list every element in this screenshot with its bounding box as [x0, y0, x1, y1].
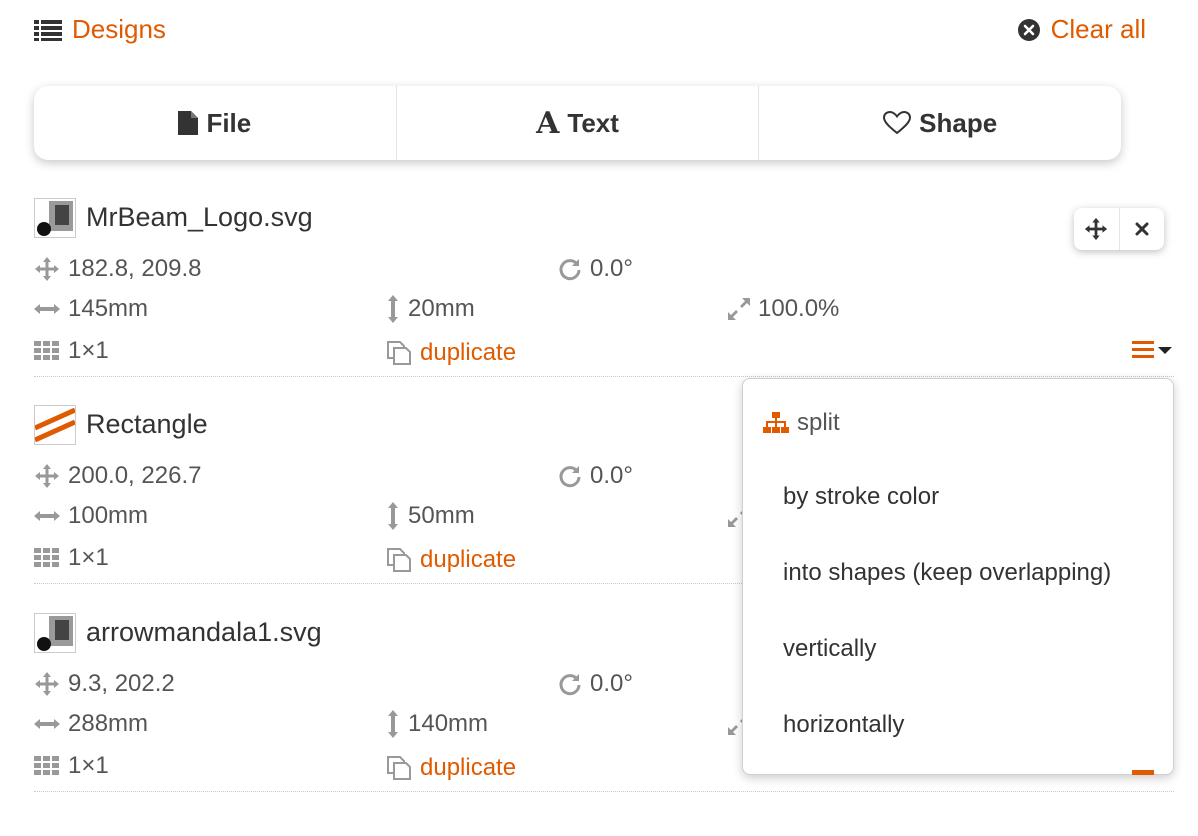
duplicate-button[interactable]: duplicate — [386, 753, 516, 783]
height-field[interactable]: 20mm — [386, 294, 475, 324]
close-circle-icon — [1017, 18, 1041, 42]
position-value: 182.8, 209.8 — [68, 255, 202, 282]
split-vertically[interactable]: vertically — [783, 635, 876, 663]
copy-icon — [386, 755, 412, 781]
horizontal-arrows-icon — [34, 509, 60, 523]
split-by-stroke-color[interactable]: by stroke color — [783, 483, 939, 511]
design-thumbnail — [34, 405, 76, 445]
height-value: 20mm — [408, 295, 475, 322]
position-value: 9.3, 202.2 — [68, 670, 175, 697]
design-menu-toggle-partial[interactable] — [1132, 770, 1154, 775]
hamburger-icon — [1132, 340, 1154, 360]
width-field[interactable]: 145mm — [34, 294, 148, 324]
horizontal-arrows-icon — [34, 717, 60, 731]
grid-field[interactable]: 1×1 — [34, 751, 109, 781]
height-field[interactable]: 140mm — [386, 709, 488, 739]
vertical-arrows-icon — [386, 502, 400, 530]
close-icon — [1134, 221, 1150, 237]
width-value: 100mm — [68, 502, 149, 529]
move-icon — [34, 463, 60, 489]
width-field[interactable]: 100mm — [34, 501, 148, 531]
split-dropdown-menu: split by stroke color into shapes (keep … — [742, 378, 1174, 775]
grid-icon — [34, 341, 60, 361]
height-value: 140mm — [408, 710, 489, 737]
move-button[interactable] — [1074, 208, 1120, 250]
grid-value: 1×1 — [68, 752, 109, 779]
design-thumbnail — [34, 613, 76, 653]
position-field[interactable]: 182.8, 209.8 — [34, 254, 201, 284]
height-field[interactable]: 50mm — [386, 501, 475, 531]
copy-icon — [386, 340, 412, 366]
grid-value: 1×1 — [68, 337, 109, 364]
remove-button[interactable] — [1120, 208, 1165, 250]
design-item[interactable]: MrBeam_Logo.svg 182.8, 209.8 0.0° 145mm … — [34, 198, 1174, 377]
rotation-value: 0.0° — [590, 255, 633, 282]
rotation-field[interactable]: 0.0° — [558, 669, 633, 699]
move-icon — [1084, 217, 1108, 241]
scale-field[interactable]: 100.0% — [728, 294, 839, 324]
scale-value: 100.0% — [758, 295, 840, 322]
position-field[interactable]: 200.0, 226.7 — [34, 461, 201, 491]
clear-all-label: Clear all — [1050, 14, 1146, 44]
resize-diagonal-icon — [728, 298, 750, 320]
grid-field[interactable]: 1×1 — [34, 336, 109, 366]
duplicate-button[interactable]: duplicate — [386, 545, 516, 575]
tab-file[interactable]: File — [34, 86, 397, 160]
list-icon — [34, 19, 62, 41]
duplicate-label: duplicate — [420, 546, 517, 573]
duplicate-button[interactable]: duplicate — [386, 338, 516, 368]
vertical-arrows-icon — [386, 710, 400, 738]
text-icon: A — [536, 105, 560, 141]
copy-icon — [386, 547, 412, 573]
clear-all-button[interactable]: Clear all — [1017, 14, 1146, 45]
grid-field[interactable]: 1×1 — [34, 543, 109, 573]
selection-controls — [1074, 208, 1164, 250]
design-name: arrowmandala1.svg — [86, 617, 322, 647]
rotation-field[interactable]: 0.0° — [558, 254, 633, 284]
width-field[interactable]: 288mm — [34, 709, 148, 739]
horizontal-arrows-icon — [34, 302, 60, 316]
position-value: 200.0, 226.7 — [68, 462, 202, 489]
design-menu-toggle[interactable] — [1132, 340, 1172, 360]
duplicate-label: duplicate — [420, 339, 517, 366]
designs-link[interactable]: Designs — [34, 14, 166, 45]
height-value: 50mm — [408, 502, 475, 529]
move-icon — [34, 256, 60, 282]
rotate-icon — [558, 672, 582, 696]
move-icon — [34, 671, 60, 697]
design-name: Rectangle — [86, 409, 208, 439]
file-icon — [178, 111, 199, 135]
tab-file-label: File — [206, 107, 252, 138]
tab-text-label: Text — [567, 107, 619, 138]
design-thumbnail — [34, 198, 76, 238]
tab-text[interactable]: A Text — [397, 86, 760, 160]
rotate-icon — [558, 257, 582, 281]
grid-icon — [34, 756, 60, 776]
width-value: 145mm — [68, 295, 149, 322]
rotation-value: 0.0° — [590, 462, 633, 489]
add-design-tabs: File A Text Shape — [34, 86, 1121, 160]
sitemap-icon — [763, 412, 789, 434]
rotation-value: 0.0° — [590, 670, 633, 697]
position-field[interactable]: 9.3, 202.2 — [34, 669, 175, 699]
caret-down-icon — [1158, 345, 1172, 355]
grid-value: 1×1 — [68, 544, 109, 571]
rotation-field[interactable]: 0.0° — [558, 461, 633, 491]
split-horizontally[interactable]: horizontally — [783, 711, 904, 739]
duplicate-label: duplicate — [420, 754, 517, 781]
split-header: split — [763, 409, 840, 437]
rotate-icon — [558, 464, 582, 488]
design-name: MrBeam_Logo.svg — [86, 202, 313, 232]
tab-shape[interactable]: Shape — [759, 86, 1121, 160]
heart-icon — [883, 111, 912, 135]
split-into-shapes[interactable]: into shapes (keep overlapping) — [783, 559, 1111, 587]
grid-icon — [34, 548, 60, 568]
tab-shape-label: Shape — [919, 107, 998, 138]
split-header-label: split — [797, 409, 840, 436]
designs-label: Designs — [72, 14, 166, 44]
width-value: 288mm — [68, 710, 149, 737]
vertical-arrows-icon — [386, 295, 400, 323]
